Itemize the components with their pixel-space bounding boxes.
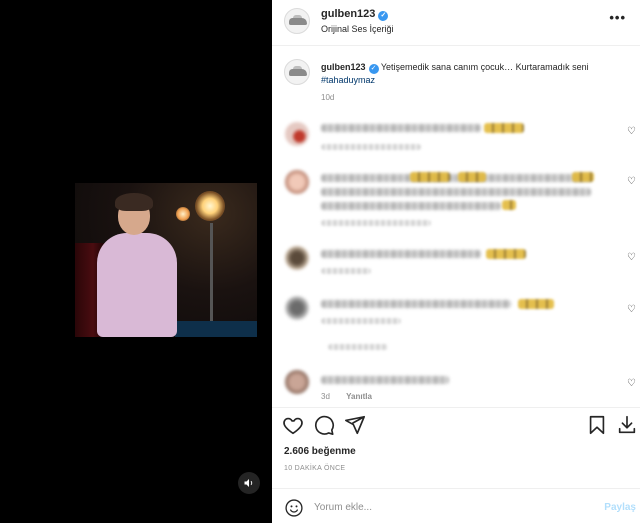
comment-icon[interactable] [313, 414, 335, 436]
comment-composer: Paylaş [272, 488, 640, 523]
blurred-comment-meta [321, 220, 431, 226]
speaker-icon[interactable] [238, 472, 260, 494]
post-comment-button[interactable]: Paylaş [604, 502, 636, 513]
emoji-icon[interactable] [284, 498, 304, 518]
blurred-comment-meta [321, 318, 401, 324]
comment-avatar[interactable] [285, 246, 309, 270]
comment-avatar[interactable] [285, 370, 309, 394]
caption: gulben123 ✓ Yetişemedik sana canım çocuk…… [321, 61, 611, 87]
comment-time: 3d [321, 392, 330, 401]
video-person-body [97, 233, 177, 337]
download-icon[interactable] [616, 414, 638, 436]
comment-avatar[interactable] [285, 122, 309, 146]
comment-like-icon[interactable]: ♡ [627, 378, 636, 389]
blurred-emoji [484, 123, 524, 133]
blurred-comment-text [321, 250, 481, 258]
avatar[interactable] [284, 8, 310, 34]
post-header: gulben123 ✓ Orijinal Ses İçeriği ••• [272, 0, 640, 46]
comment-like-icon[interactable]: ♡ [627, 304, 636, 315]
caption-username[interactable]: gulben123 [321, 62, 366, 72]
comment-avatar[interactable] [285, 170, 309, 194]
blurred-emoji [518, 299, 554, 309]
post-panel: gulben123 ✓ Orijinal Ses İçeriği ••• gulb… [272, 0, 640, 523]
verified-badge-icon: ✓ [368, 64, 379, 74]
verified-badge-icon: ✓ [378, 11, 389, 21]
blurred-comment-text [321, 188, 591, 196]
comments-section[interactable]: gulben123 ✓ Yetişemedik sana canım çocuk…… [272, 46, 640, 408]
comment-meta: 3d Yanıtla [321, 392, 386, 401]
blurred-comment-text [321, 300, 511, 308]
blurred-comment-text [321, 202, 501, 210]
blurred-emoji [502, 200, 516, 210]
video-lamp-light-small [176, 207, 190, 221]
post-username[interactable]: gulben123 ✓ [321, 8, 389, 21]
post-username-text[interactable]: gulben123 [321, 8, 375, 20]
video-floor [175, 321, 257, 337]
blurred-view-replies[interactable] [328, 344, 388, 350]
caption-avatar[interactable] [284, 59, 310, 85]
heart-icon[interactable] [282, 414, 304, 436]
caption-text: Yetişemedik sana canım çocuk… Kurtaramad… [380, 62, 589, 72]
comment-input[interactable] [314, 497, 594, 517]
blurred-comment-meta [321, 144, 421, 150]
caption-time: 10d [321, 93, 335, 102]
paper-plane-icon[interactable] [344, 414, 366, 436]
blurred-comment-text [321, 124, 481, 132]
like-count[interactable]: 2.606 beğenme [284, 446, 356, 457]
caption-hashtag[interactable]: #tahaduymaz [321, 75, 375, 85]
video-player[interactable] [0, 0, 272, 523]
reply-button[interactable]: Yanıtla [346, 392, 372, 401]
video-frame [75, 183, 257, 337]
comment-like-icon[interactable]: ♡ [627, 126, 636, 137]
blurred-comment-meta [321, 268, 371, 274]
blurred-emoji [410, 172, 450, 182]
audio-label[interactable]: Orijinal Ses İçeriği [321, 24, 394, 34]
blurred-comment-text [321, 376, 449, 384]
action-bar [272, 410, 640, 440]
more-options-icon[interactable]: ••• [609, 10, 626, 25]
comment-like-icon[interactable]: ♡ [627, 176, 636, 187]
blurred-comment-text [321, 174, 591, 182]
video-lamp-stand [210, 223, 213, 337]
blurred-emoji [458, 172, 486, 182]
post-timestamp: 10 DAKİKA ÖNCE [284, 465, 346, 472]
comment-like-icon[interactable]: ♡ [627, 252, 636, 263]
bookmark-icon[interactable] [586, 414, 608, 436]
blurred-emoji [572, 172, 594, 182]
video-lamp-light [195, 191, 225, 221]
comment-avatar[interactable] [285, 296, 309, 320]
video-person-hair [115, 193, 153, 211]
blurred-emoji [486, 249, 526, 259]
